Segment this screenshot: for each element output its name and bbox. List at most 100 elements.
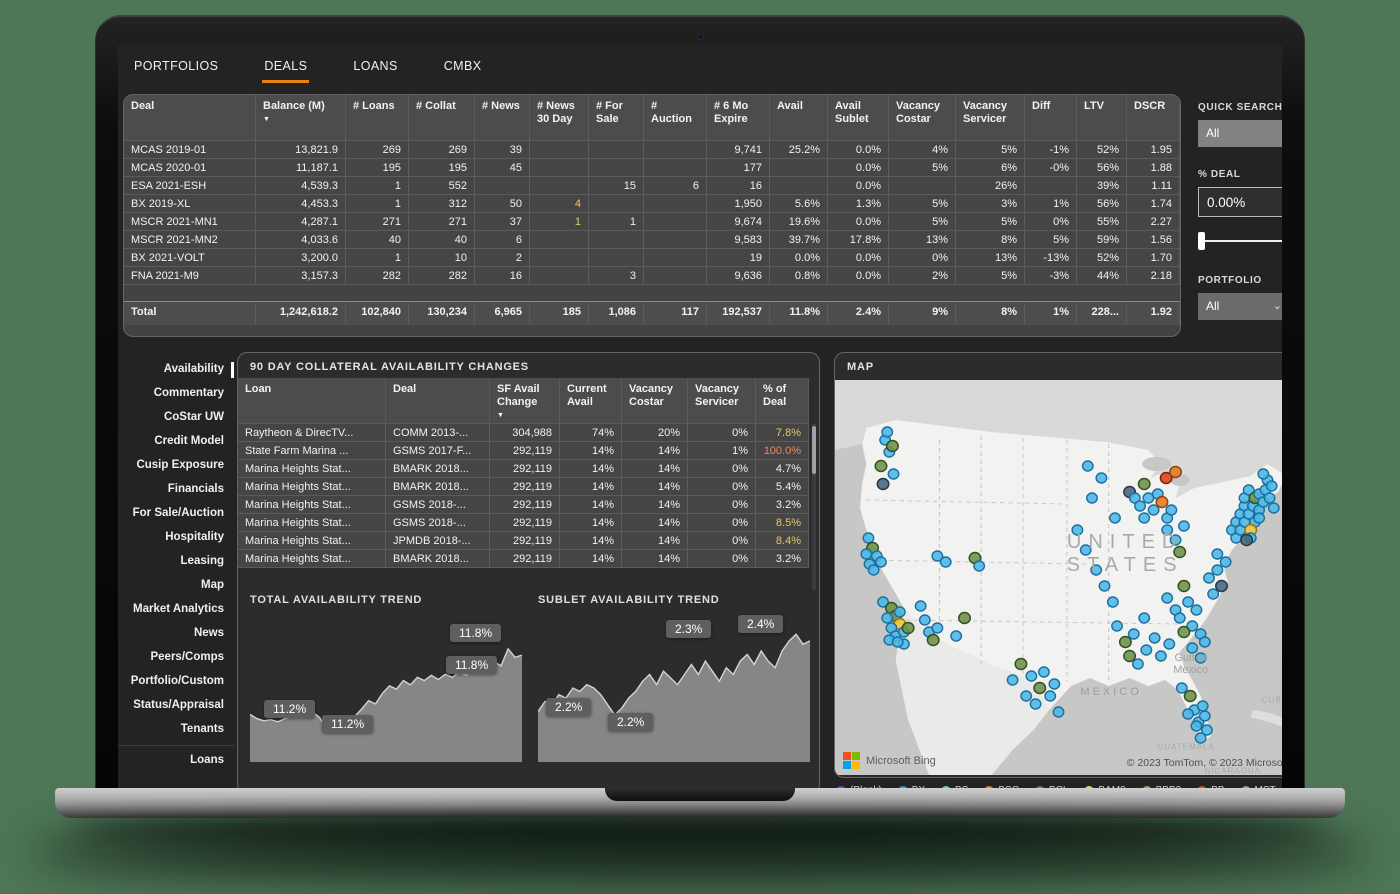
collat-row-5-cell-0[interactable]: Marina Heights Stat... (238, 514, 386, 532)
collat-row-3-cell-1[interactable]: BMARK 2018... (386, 478, 490, 496)
map-property-dot[interactable] (1149, 633, 1159, 643)
column-header-4[interactable]: # News (475, 95, 530, 141)
map-property-dot[interactable] (1096, 473, 1106, 483)
deal-row-5-cell-6[interactable] (589, 231, 644, 249)
map-property-dot[interactable] (1148, 505, 1158, 515)
deal-row-5-cell-12[interactable]: 8% (956, 231, 1025, 249)
map-property-dot[interactable] (1124, 651, 1135, 662)
deal-row-4-cell-13[interactable]: 0% (1025, 213, 1077, 231)
collat-row-1-cell-0[interactable]: State Farm Marina ... (238, 442, 386, 460)
sidebar-item-cusip-exposure[interactable]: Cusip Exposure (118, 453, 234, 477)
map-property-dot[interactable] (1200, 637, 1210, 647)
deal-row-2-cell-2[interactable]: 1 (346, 177, 409, 195)
deal-row-1-cell-7[interactable] (644, 159, 707, 177)
deal-row-3-cell-9[interactable]: 5.6% (770, 195, 828, 213)
deal-row-2-cell-15[interactable]: 1.11 (1127, 177, 1180, 195)
sidebar-item-for-sale-auction[interactable]: For Sale/Auction (118, 501, 234, 525)
collat-row-2-cell-3[interactable]: 14% (560, 460, 622, 478)
map-property-dot[interactable] (1021, 691, 1031, 701)
column-header-15[interactable]: DSCR (1127, 95, 1180, 141)
collat-row-0-cell-3[interactable]: 74% (560, 424, 622, 442)
collat-row-6-cell-6[interactable]: 8.4% (756, 532, 809, 550)
deal-row-0-cell-5[interactable] (530, 141, 589, 159)
deal-row-0-cell-13[interactable]: -1% (1025, 141, 1077, 159)
map-property-dot[interactable] (1053, 707, 1063, 717)
map-property-dot[interactable] (1208, 589, 1218, 599)
sidebar-item-news[interactable]: News (118, 621, 234, 645)
collat-row-2-cell-6[interactable]: 4.7% (756, 460, 809, 478)
deal-row-3-cell-11[interactable]: 5% (889, 195, 956, 213)
deal-row-5-cell-15[interactable]: 1.56 (1127, 231, 1180, 249)
deal-row-7-cell-12[interactable]: 5% (956, 267, 1025, 285)
deal-row-0-cell-3[interactable]: 269 (409, 141, 475, 159)
map-property-dot[interactable] (1183, 709, 1193, 719)
deal-row-1-cell-11[interactable]: 5% (889, 159, 956, 177)
deal-row-3-cell-8[interactable]: 1,950 (707, 195, 770, 213)
map-canvas[interactable]: UNITED STATESMEXICOGulf of MexicoCUBAGUA… (835, 380, 1282, 775)
deal-row-5-cell-7[interactable] (644, 231, 707, 249)
deal-row-4-cell-1[interactable]: 4,287.1 (256, 213, 346, 231)
quick-search-dropdown[interactable]: All (1198, 120, 1282, 147)
collat-row-5-cell-3[interactable]: 14% (560, 514, 622, 532)
map-property-dot[interactable] (1266, 481, 1276, 491)
map-property-dot[interactable] (1034, 683, 1045, 694)
map-property-dot[interactable] (974, 561, 984, 571)
map-property-dot[interactable] (915, 601, 925, 611)
deal-row-0-cell-8[interactable]: 9,741 (707, 141, 770, 159)
deal-row-3-cell-12[interactable]: 3% (956, 195, 1025, 213)
deal-row-4-cell-0[interactable]: MSCR 2021-MN1 (124, 213, 256, 231)
deal-row-0-cell-10[interactable]: 0.0% (828, 141, 889, 159)
deal-row-3-cell-0[interactable]: BX 2019-XL (124, 195, 256, 213)
deal-row-5-cell-11[interactable]: 13% (889, 231, 956, 249)
collateral-scrollbar-thumb[interactable] (812, 426, 816, 474)
collat-column-header-4[interactable]: Vacancy Costar (622, 378, 688, 424)
map-property-dot[interactable] (882, 427, 892, 437)
map-property-dot[interactable] (1129, 629, 1139, 639)
deal-row-0-cell-9[interactable]: 25.2% (770, 141, 828, 159)
deal-row-3-cell-14[interactable]: 56% (1077, 195, 1127, 213)
pct-deal-input[interactable] (1198, 187, 1282, 217)
map-property-dot[interactable] (1045, 691, 1055, 701)
collat-column-header-6[interactable]: % of Deal (756, 378, 809, 424)
deal-row-2-cell-13[interactable] (1025, 177, 1077, 195)
deal-row-6-cell-0[interactable]: BX 2021-VOLT (124, 249, 256, 267)
deal-row-6-cell-5[interactable] (530, 249, 589, 267)
deal-row-3-cell-3[interactable]: 312 (409, 195, 475, 213)
sidebar-item-tenants[interactable]: Tenants (118, 717, 234, 741)
map-property-dot[interactable] (1099, 581, 1109, 591)
deal-row-1-cell-14[interactable]: 56% (1077, 159, 1127, 177)
map-property-dot[interactable] (1049, 679, 1059, 689)
deal-row-4-cell-9[interactable]: 19.6% (770, 213, 828, 231)
column-header-2[interactable]: # Loans (346, 95, 409, 141)
map-property-dot[interactable] (1241, 535, 1252, 546)
deal-row-6-cell-4[interactable]: 2 (475, 249, 530, 267)
map-property-dot[interactable] (951, 631, 961, 641)
deal-row-2-cell-0[interactable]: ESA 2021-ESH (124, 177, 256, 195)
collat-row-5-cell-4[interactable]: 14% (622, 514, 688, 532)
deal-row-6-cell-10[interactable]: 0.0% (828, 249, 889, 267)
collat-row-2-cell-1[interactable]: BMARK 2018... (386, 460, 490, 478)
map-property-dot[interactable] (1015, 659, 1026, 670)
deal-row-5-cell-13[interactable]: 5% (1025, 231, 1077, 249)
sidebar-item-leasing[interactable]: Leasing (118, 549, 234, 573)
map-property-dot[interactable] (1120, 637, 1131, 648)
collat-row-4-cell-6[interactable]: 3.2% (756, 496, 809, 514)
deal-row-5-cell-8[interactable]: 9,583 (707, 231, 770, 249)
map-property-dot[interactable] (1166, 505, 1176, 515)
map-property-dot[interactable] (1108, 597, 1118, 607)
deal-row-2-cell-4[interactable] (475, 177, 530, 195)
deal-row-6-cell-8[interactable]: 19 (707, 249, 770, 267)
deal-row-6-cell-1[interactable]: 3,200.0 (256, 249, 346, 267)
collat-row-5-cell-2[interactable]: 292,119 (490, 514, 560, 532)
collat-row-7-cell-1[interactable]: BMARK 2018... (386, 550, 490, 568)
sidebar-item-status-appraisal[interactable]: Status/Appraisal (118, 693, 234, 717)
collat-row-4-cell-0[interactable]: Marina Heights Stat... (238, 496, 386, 514)
collat-row-2-cell-4[interactable]: 14% (622, 460, 688, 478)
deal-row-5-cell-14[interactable]: 59% (1077, 231, 1127, 249)
collat-row-4-cell-2[interactable]: 292,119 (490, 496, 560, 514)
collat-row-5-cell-1[interactable]: GSMS 2018-... (386, 514, 490, 532)
deal-row-1-cell-5[interactable] (530, 159, 589, 177)
deal-row-0-cell-4[interactable]: 39 (475, 141, 530, 159)
collat-row-0-cell-2[interactable]: 304,988 (490, 424, 560, 442)
map-property-dot[interactable] (1177, 683, 1187, 693)
